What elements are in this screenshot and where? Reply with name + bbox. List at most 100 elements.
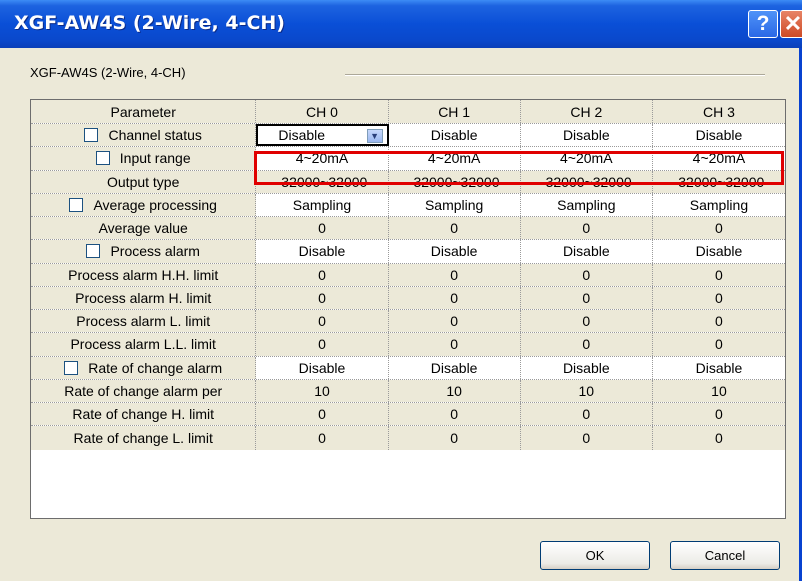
row-checkbox[interactable] (86, 244, 101, 259)
value-cell-ch1[interactable]: Disable (388, 356, 521, 379)
window-title: XGF-AW4S (2-Wire, 4-CH) (14, 12, 285, 34)
cell-value: 0 (715, 289, 723, 306)
parameter-label: Rate of change alarm per (64, 382, 223, 399)
value-cell-ch3: -32000~32000 (652, 170, 786, 193)
value-cell-ch1: 0 (388, 310, 521, 333)
value-cell-ch2: 10 (520, 379, 653, 402)
value-cell-ch1: 0 (388, 286, 521, 309)
cell-value: -32000~32000 (276, 173, 368, 190)
parameter-cell: Input range (31, 147, 257, 170)
header-ch-2: CH 2 (520, 100, 653, 123)
title-bar[interactable]: XGF-AW4S (2-Wire, 4-CH) ? ✕ (0, 0, 802, 48)
value-cell-ch3[interactable]: Disable (652, 356, 786, 379)
value-cell-ch0[interactable]: Disable (256, 356, 389, 379)
cell-value: 0 (450, 220, 459, 237)
cell-value: Disable (562, 127, 610, 144)
grid-header-row: Parameter CH 0 CH 1 CH 2 CH 3 (31, 100, 786, 124)
parameter-label: Process alarm L.L. limit (70, 336, 216, 353)
value-cell-ch0: 10 (256, 379, 389, 402)
cell-value: 0 (318, 406, 326, 423)
header-ch-3: CH 3 (652, 100, 786, 123)
table-row: Average processing Sampling Sampling Sampli… (31, 193, 786, 217)
value-cell-ch3: 0 (652, 263, 786, 286)
table-row: Process alarm H.H. limit 0 0 0 0 (31, 263, 786, 287)
cell-value: Disable (278, 127, 326, 144)
value-cell-ch0: 0 (256, 426, 389, 450)
table-row: Input range 4~20mA 4~20mA 4~20mA 4~20mA (31, 147, 786, 171)
parameter-cell: Rate of change alarm (31, 356, 257, 379)
value-cell-ch0[interactable]: 4~20mA (256, 147, 389, 170)
parameter-cell: Rate of change H. limit (31, 403, 257, 426)
cell-value: Disable (562, 359, 610, 376)
parameter-label: Rate of change L. limit (73, 429, 213, 446)
value-cell-ch3: 10 (652, 379, 786, 402)
value-cell-ch3[interactable]: Disable (652, 240, 786, 263)
table-row: Process alarm L. limit 0 0 0 0 (31, 310, 786, 334)
cell-value: 0 (318, 313, 326, 330)
value-cell-ch3[interactable]: Disable (652, 124, 785, 147)
value-cell-ch0[interactable]: Sampling (256, 193, 389, 216)
cell-value: 4~20mA (560, 150, 613, 167)
cell-value: 0 (450, 289, 459, 306)
value-cell-ch3[interactable]: 4~20mA (652, 147, 786, 170)
cell-value: Disable (695, 127, 743, 144)
row-checkbox[interactable] (69, 197, 84, 212)
group-label: XGF-AW4S (2-Wire, 4-CH) (30, 65, 186, 80)
parameter-cell: Rate of change L. limit (31, 426, 257, 450)
value-cell-ch1[interactable]: Sampling (388, 193, 521, 216)
value-cell-ch1: 0 (388, 403, 521, 426)
cell-value: 0 (582, 220, 591, 237)
row-checkbox[interactable] (84, 128, 99, 143)
row-checkbox[interactable] (95, 151, 110, 166)
cell-value: Disable (430, 243, 478, 260)
table-row: Process alarm L.L. limit 0 0 0 0 (31, 333, 786, 357)
close-button[interactable]: ✕ (780, 10, 802, 38)
value-cell-ch2[interactable]: Sampling (520, 193, 653, 216)
value-cell-ch3: 0 (652, 286, 786, 309)
cell-value: 0 (582, 429, 591, 446)
value-cell-ch0: -32000~32000 (256, 170, 389, 193)
cell-value: Disable (695, 359, 743, 376)
value-cell-ch2[interactable]: Disable (520, 240, 653, 263)
close-icon: ✕ (783, 11, 802, 36)
value-cell-ch1[interactable]: Disable (388, 240, 521, 263)
help-button[interactable]: ? (748, 10, 778, 38)
value-cell-ch2[interactable]: 4~20mA (520, 147, 653, 170)
parameter-label: Average processing (93, 196, 217, 213)
header-ch-1: CH 1 (388, 100, 521, 123)
cell-value: 0 (582, 336, 591, 353)
table-row: Rate of change alarm per 10 10 10 10 (31, 379, 786, 403)
cell-value: 0 (715, 336, 723, 353)
value-cell-ch0: 0 (256, 403, 389, 426)
cell-value: 10 (711, 382, 727, 399)
value-cell-ch2[interactable]: Disable (520, 124, 653, 147)
cancel-button[interactable]: Cancel (670, 541, 780, 570)
header-ch-0: CH 0 (256, 100, 389, 123)
ok-button[interactable]: OK (540, 541, 650, 570)
value-cell-ch2[interactable]: Disable (520, 356, 653, 379)
value-cell-ch1[interactable]: 4~20mA (388, 147, 521, 170)
cell-value: 0 (318, 289, 326, 306)
value-cell-ch3: 0 (652, 333, 786, 356)
value-cell-ch0: 0 (256, 333, 389, 356)
value-cell-ch1[interactable]: Disable (388, 124, 521, 147)
header-parameter: Parameter (31, 100, 257, 123)
value-cell-ch3[interactable]: Sampling (652, 193, 786, 216)
cell-value: Sampling (424, 196, 484, 213)
row-checkbox[interactable] (64, 360, 79, 375)
parameter-label: Output type (107, 173, 180, 190)
table-row: Rate of change H. limit 0 0 0 0 (31, 403, 786, 427)
cell-value: 10 (578, 382, 595, 399)
cell-value: 0 (582, 406, 591, 423)
channel-status-dropdown[interactable]: Disable ▼ (256, 124, 389, 147)
parameter-cell: Rate of change alarm per (31, 379, 257, 402)
cell-value: 10 (314, 382, 330, 399)
value-cell-ch1: 0 (388, 426, 521, 450)
parameter-cell: Process alarm H. limit (31, 286, 257, 309)
table-row: Rate of change L. limit 0 0 0 0 (31, 426, 786, 450)
help-icon: ? (756, 12, 770, 35)
chevron-down-icon[interactable]: ▼ (366, 129, 383, 143)
value-cell-ch0[interactable]: Disable (256, 240, 389, 263)
table-row: Rate of change alarm Disable Disable Disabl… (31, 356, 786, 380)
cell-value: -32000~32000 (408, 173, 500, 190)
